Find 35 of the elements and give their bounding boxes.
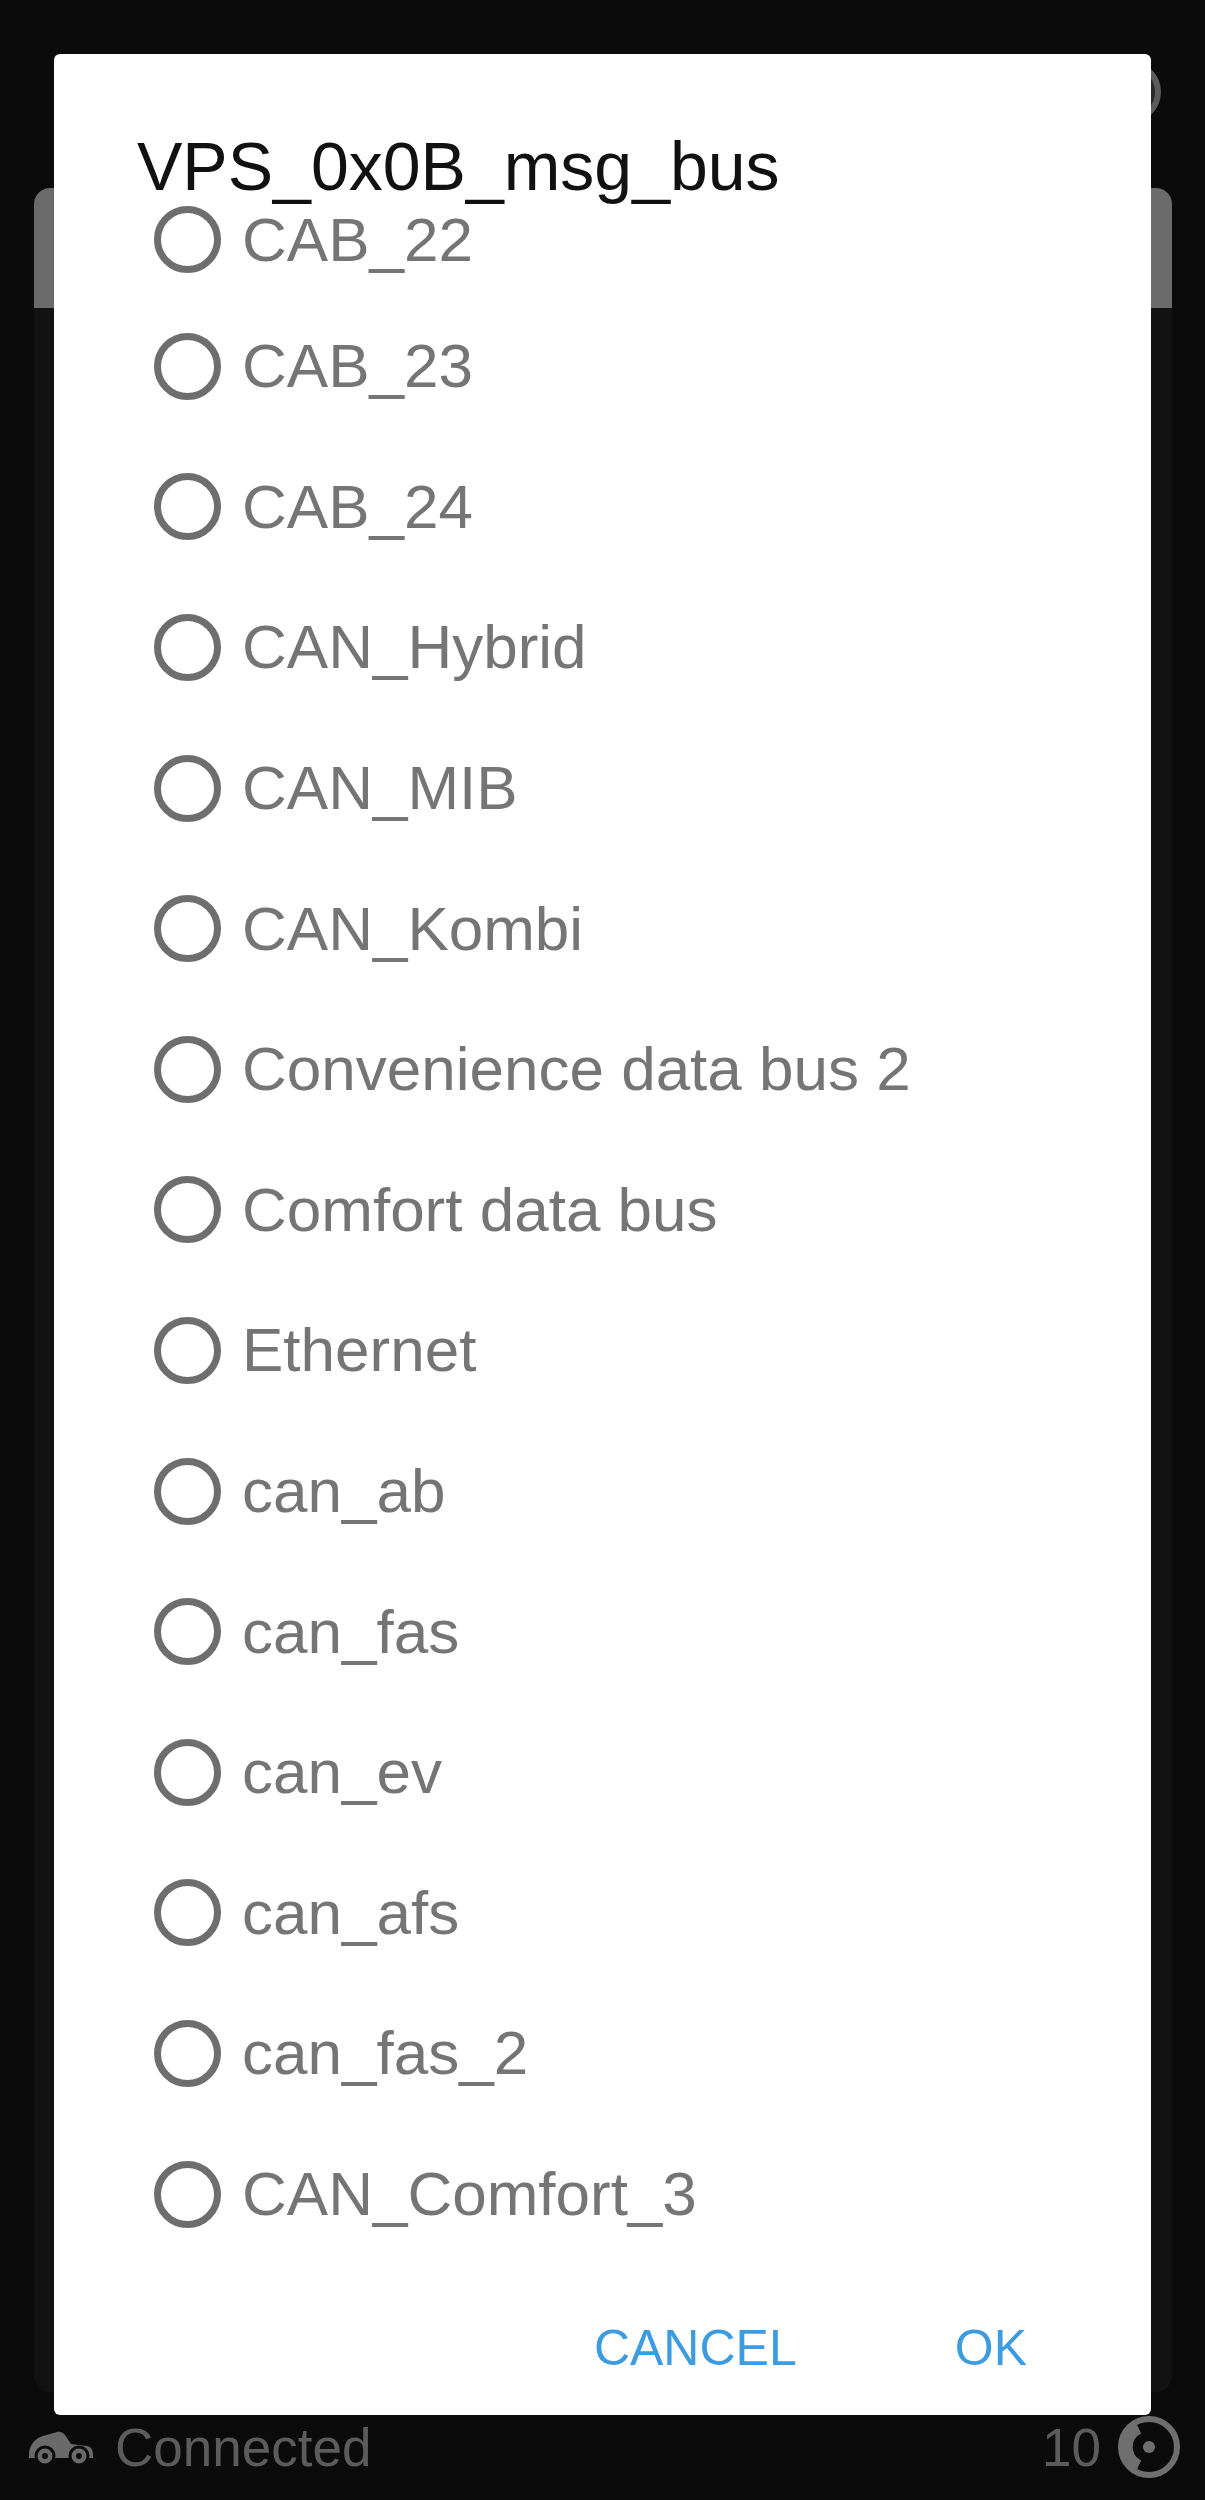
dialog-button[interactable]: CANCEL — [553, 2297, 837, 2398]
dialog-button[interactable]: OK — [914, 2297, 1067, 2398]
gauge-icon — [1117, 2413, 1181, 2481]
radio-icon — [154, 332, 221, 400]
radio-icon — [154, 1598, 221, 1666]
radio-option[interactable]: Ethernet — [154, 1313, 477, 1389]
dialog-title: VPS_0x0B_msg_bus — [136, 127, 781, 203]
radio-option[interactable]: CAN_Kombi — [154, 891, 584, 967]
radio-icon — [154, 473, 221, 541]
radio-icon — [154, 206, 221, 274]
connection-status: Connected — [115, 2420, 372, 2474]
count-text: 10 — [1042, 2420, 1101, 2474]
radio-option[interactable]: Comfort data bus — [154, 1172, 718, 1248]
radio-icon — [154, 614, 221, 682]
radio-option[interactable]: can_ev — [154, 1734, 442, 1810]
radio-icon — [154, 1738, 221, 1806]
radio-icon — [154, 1457, 221, 1525]
radio-icon — [154, 1317, 221, 1385]
radio-option[interactable]: can_afs — [154, 1875, 460, 1951]
radio-option[interactable]: can_ab — [154, 1453, 446, 1529]
radio-option[interactable]: CAN_Hybrid — [154, 610, 587, 686]
radio-option[interactable]: CAB_23 — [154, 328, 473, 404]
radio-option[interactable]: CAB_24 — [154, 469, 473, 545]
radio-option[interactable]: can_fas — [154, 1594, 460, 1670]
radio-icon — [154, 2020, 221, 2087]
radio-option[interactable]: CAN_MIB — [154, 750, 518, 826]
radio-option[interactable]: CAN_Comfort_3 — [154, 2156, 697, 2232]
radio-icon — [154, 754, 221, 822]
radio-option[interactable]: Convenience data bus 2 — [154, 1031, 911, 1107]
radio-icon — [154, 2160, 221, 2228]
radio-icon — [154, 1176, 221, 1244]
radio-icon — [154, 895, 221, 963]
radio-icon — [154, 1879, 221, 1947]
radio-icon — [154, 1035, 221, 1103]
radio-option[interactable]: can_fas_2 — [154, 2016, 529, 2091]
